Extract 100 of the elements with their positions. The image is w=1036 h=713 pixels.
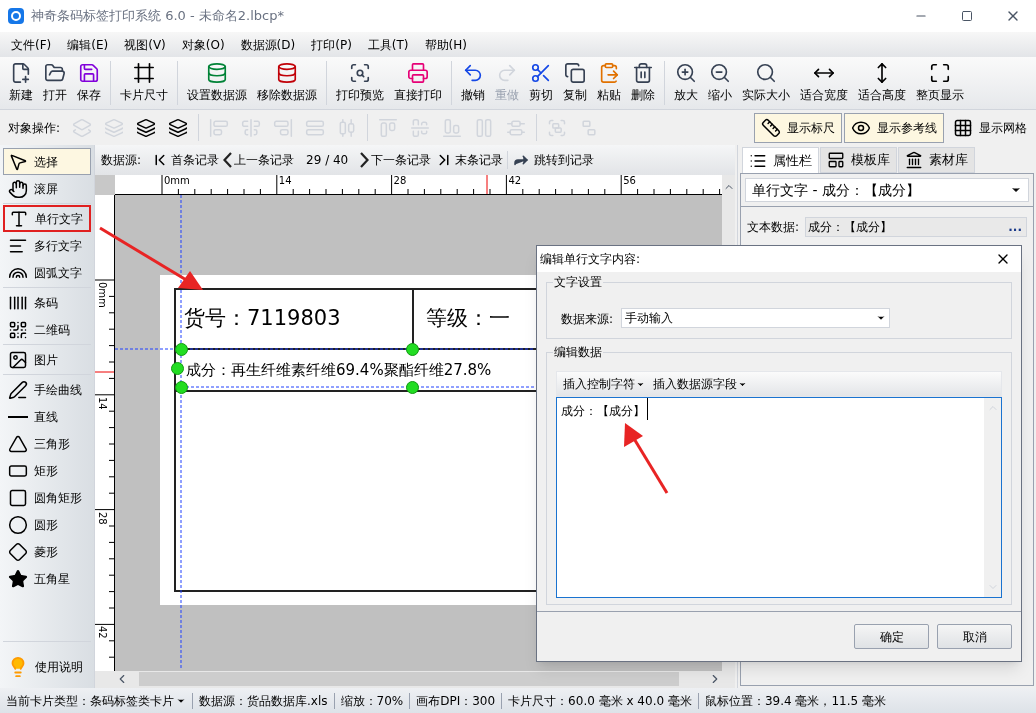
status-item: 画布DPI：300	[416, 692, 496, 710]
image-icon	[8, 349, 28, 370]
tool-item[interactable]: 选择	[3, 148, 91, 175]
ruler-label: 42	[96, 626, 108, 640]
menu-item[interactable]: 视图(V)	[117, 35, 173, 54]
tool-item[interactable]: 圆弧文字	[3, 259, 91, 286]
toolbar-button[interactable]: 保存	[72, 57, 106, 109]
view-toggle[interactable]: 显示标尺	[754, 112, 842, 143]
toolbar-button[interactable]: 撤销	[456, 57, 490, 109]
more-button[interactable]: ...	[1006, 218, 1024, 236]
copy-icon	[564, 62, 586, 84]
horizontal-scrollbar[interactable]	[95, 671, 722, 688]
open-folder-icon	[44, 62, 66, 84]
tool-item[interactable]: 直线	[3, 403, 91, 430]
ruler-label: 56	[623, 175, 636, 187]
layers-icon	[136, 117, 157, 138]
previous-record-button[interactable]: 上一条记录	[223, 151, 295, 169]
toolbar-button[interactable]: 设置数据源	[182, 57, 252, 109]
toolbar-button[interactable]: 粘贴	[592, 57, 626, 109]
view-toggle[interactable]: 显示网格	[946, 112, 1034, 143]
tool-item[interactable]: 矩形	[3, 457, 91, 484]
panel-tab[interactable]: 属性栏	[742, 147, 819, 173]
toolbar-button[interactable]: 复制	[558, 57, 592, 109]
toolbar-button[interactable]: 适合高度	[853, 57, 911, 109]
previous-icon	[223, 152, 233, 168]
insert-menu-button[interactable]: 插入控制字符	[563, 375, 645, 393]
redo-icon	[496, 62, 518, 84]
status-item: 鼠标位置：39.4 毫米，11.5 毫米	[704, 692, 886, 710]
toolbar-button[interactable]: 打印预览	[331, 57, 389, 109]
toolbar-button[interactable]: 实际大小	[737, 57, 795, 109]
next-record-button[interactable]: 下一条记录	[360, 151, 432, 169]
help-button[interactable]: 使用说明	[3, 652, 91, 682]
menu-item[interactable]: 打印(P)	[304, 35, 359, 54]
data-source-label: 数据源:	[101, 152, 142, 169]
menu-item[interactable]: 编辑(E)	[60, 35, 116, 54]
toolbar-button[interactable]: 缩小	[703, 57, 737, 109]
panel-tab[interactable]: 模板库	[820, 147, 897, 173]
layers-icon	[104, 117, 125, 138]
tool-item[interactable]: 单行文字	[3, 205, 91, 232]
circle-icon	[8, 514, 28, 535]
selected-text-object[interactable]: 成分：再生纤维素纤维69.4%聚酯纤维27.8%	[186, 358, 492, 382]
tool-item[interactable]: 图片	[3, 346, 91, 373]
ruler-icon	[761, 117, 781, 138]
insert-menu-button[interactable]: 插入数据源字段	[653, 375, 747, 393]
qr-code-icon	[8, 319, 28, 340]
cancel-button[interactable]: 取消	[937, 624, 1012, 649]
group-title: 文字设置	[553, 273, 603, 291]
tool-item[interactable]: 条码	[3, 289, 91, 316]
toolbar-button[interactable]: 整页显示	[911, 57, 969, 109]
print-preview-icon	[349, 62, 371, 84]
status-item: 数据源：货品数据库.xls	[199, 692, 328, 710]
align-center-icon	[241, 117, 262, 138]
toolbar-button[interactable]: 删除	[626, 57, 660, 109]
tool-item[interactable]: 圆角矩形	[3, 484, 91, 511]
tool-item[interactable]: 圆形	[3, 511, 91, 538]
toolbar-button[interactable]: 卡片尺寸	[115, 57, 173, 109]
menu-item[interactable]: 文件(F)	[4, 35, 59, 54]
tool-item[interactable]: 三角形	[3, 430, 91, 457]
menu-item[interactable]: 工具(T)	[360, 35, 416, 54]
first-record-button[interactable]: 首条记录	[151, 151, 220, 169]
annotation-arrow	[624, 423, 669, 494]
scroll-thumb[interactable]	[139, 672, 679, 686]
toolbar-button[interactable]: 直接打印	[389, 57, 447, 109]
expand-icon	[929, 62, 951, 84]
undo-icon	[462, 62, 484, 84]
menu-item[interactable]: 对象(O)	[174, 35, 232, 54]
tool-item[interactable]: 五角星	[3, 565, 91, 592]
ok-button[interactable]: 确定	[854, 624, 929, 649]
object-ops-label: 对象操作:	[8, 119, 61, 137]
panel-tab[interactable]: 素材库	[898, 147, 975, 173]
tool-item[interactable]: 滚屏	[3, 175, 91, 202]
last-record-button[interactable]: 末条记录	[435, 151, 504, 169]
tool-item[interactable]: 多行文字	[3, 232, 91, 259]
next-icon	[360, 152, 370, 168]
menu-item[interactable]: 数据源(D)	[233, 35, 303, 54]
source-select[interactable]: 手动输入	[621, 308, 891, 328]
content-textarea[interactable]: 成分：【成分】	[556, 397, 1002, 598]
status-item: 缩放：70%	[340, 692, 404, 710]
object-select[interactable]: 单行文字 - 成分：【成分】	[745, 178, 1029, 202]
align-right-icon	[273, 117, 294, 138]
text-data-field[interactable]: 成分：【成分】 ...	[805, 217, 1027, 237]
tool-item[interactable]: 手绘曲线	[3, 376, 91, 403]
label-field-text: 等级：一	[425, 305, 510, 333]
grid-icon	[953, 117, 973, 138]
view-toggle[interactable]: 显示参考线	[844, 112, 944, 143]
tool-item[interactable]: 二维码	[3, 316, 91, 343]
toolbar-button[interactable]: 移除数据源	[252, 57, 322, 109]
jump-record-button[interactable]: 跳转到记录	[512, 151, 595, 169]
card-type-dropdown[interactable]: 当前卡片类型：条码标签类卡片	[6, 691, 186, 710]
tool-item[interactable]: 菱形	[3, 538, 91, 565]
toolbar-button[interactable]: 打开	[38, 57, 72, 109]
toolbar-button[interactable]: 剪切	[524, 57, 558, 109]
toolbar-button[interactable]: 放大	[669, 57, 703, 109]
database-icon	[276, 62, 298, 84]
card-frame-icon	[133, 62, 155, 84]
toolbar-button[interactable]: 新建	[4, 57, 38, 109]
menu-item[interactable]: 帮助(H)	[417, 35, 474, 54]
toolbar-button[interactable]: 适合宽度	[795, 57, 853, 109]
group-title: 编辑数据	[553, 343, 603, 361]
dropdown-caret-icon	[876, 313, 887, 323]
